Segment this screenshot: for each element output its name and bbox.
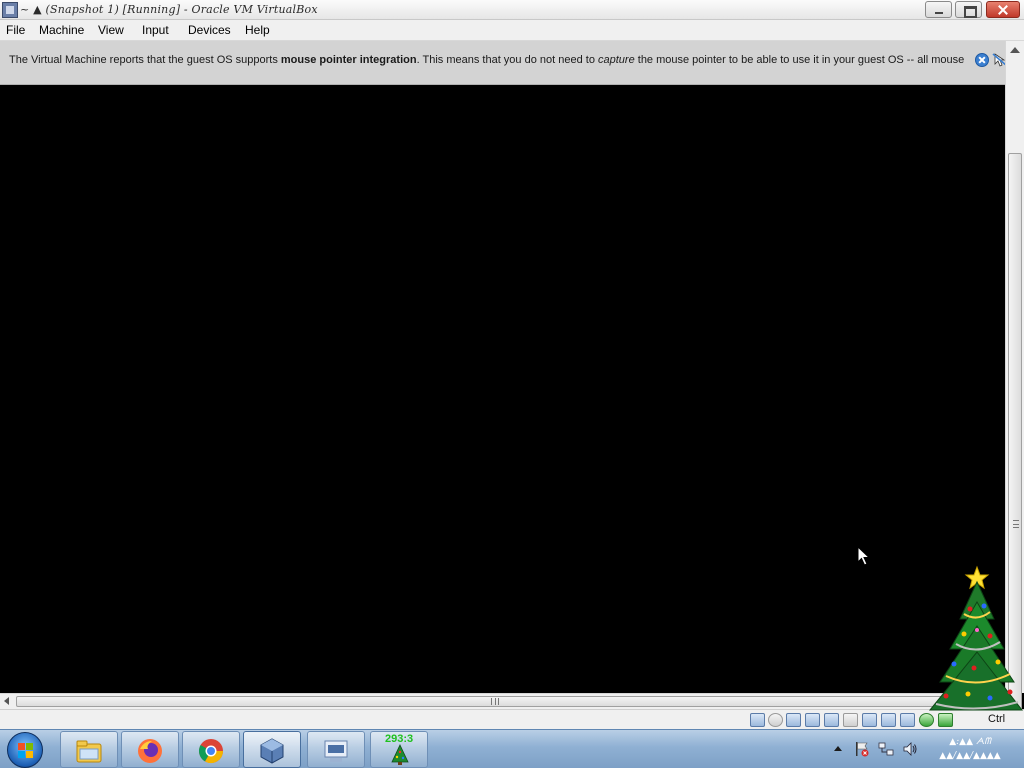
minimize-button[interactable]: [925, 1, 952, 18]
usb-icon[interactable]: [824, 713, 839, 727]
taskbar-keyboard-window[interactable]: [307, 731, 365, 768]
notice-close-icon[interactable]: [975, 53, 989, 67]
hard-disk-icon[interactable]: [750, 713, 765, 727]
notice-text-part1: The Virtual Machine reports that the gue…: [9, 54, 281, 66]
window-title: ~ ▲ (Snapshot 1) [Running] - Oracle VM V…: [20, 3, 318, 16]
notice-text-part2: . This means that you do not need to: [416, 54, 598, 66]
action-center-flag-icon[interactable]: [854, 741, 870, 757]
firefox-icon: [138, 739, 162, 763]
scroll-left-icon[interactable]: [4, 697, 9, 705]
menu-file[interactable]: File: [6, 23, 25, 37]
menu-bar: File Machine View Input Devices Help: [0, 20, 1024, 41]
show-hidden-icons-icon[interactable]: [834, 746, 842, 751]
file-explorer-icon: [76, 740, 102, 763]
menu-help[interactable]: Help: [245, 23, 270, 37]
keyboard-capture-icon[interactable]: [938, 713, 953, 727]
scroll-grip-icon: [1013, 520, 1019, 528]
notice-text-part3: the mouse pointer to be able to use it i…: [634, 54, 965, 66]
system-tray: ▲:▲▲ ᗅᗰ ▲▲/▲▲/▲▲▲▲: [832, 730, 1024, 768]
start-button[interactable]: [7, 732, 43, 768]
tray-clock[interactable]: ▲:▲▲ ᗅᗰ ▲▲/▲▲/▲▲▲▲: [930, 735, 1010, 763]
windows-logo-icon: [18, 743, 34, 759]
scroll-up-icon[interactable]: [1010, 47, 1020, 53]
mouse-integration-notice: The Virtual Machine reports that the gue…: [0, 41, 1024, 85]
vm-status-bar: Ctrl: [0, 709, 1024, 729]
menu-view[interactable]: View: [98, 23, 124, 37]
network-icon[interactable]: [805, 713, 820, 727]
vm-display[interactable]: [0, 85, 1005, 693]
maximize-button[interactable]: [955, 1, 982, 18]
scroll-grip-icon: [491, 698, 499, 705]
audio-icon[interactable]: [786, 713, 801, 727]
clock-time: ▲:▲▲ ᗅᗰ: [949, 737, 991, 747]
christmas-tree-icon: [391, 744, 409, 765]
christmas-tree-decoration: [928, 565, 1024, 711]
virtualbox-app-icon[interactable]: [2, 2, 18, 18]
notice-text-bold: mouse pointer integration: [280, 54, 417, 66]
mouse-pointer-icon: [857, 546, 871, 566]
shared-folders-icon[interactable]: [843, 713, 858, 727]
menu-devices[interactable]: Devices: [188, 23, 231, 37]
taskbar-file-explorer[interactable]: [60, 731, 118, 768]
optical-drive-icon[interactable]: [768, 713, 783, 727]
notice-text-italic: capture: [598, 54, 635, 66]
windows-taskbar: 293:3 ▲:▲▲ ᗅᗰ ▲▲/▲▲/▲▲▲▲: [0, 729, 1024, 768]
mouse-integration-icon[interactable]: [919, 713, 934, 727]
horizontal-scrollbar[interactable]: [0, 693, 1005, 709]
display-icon[interactable]: [862, 713, 877, 727]
taskbar-firefox[interactable]: [121, 731, 179, 768]
video-capture-icon[interactable]: [881, 713, 896, 727]
menu-machine[interactable]: Machine: [39, 23, 84, 37]
taskbar-virtualbox[interactable]: [243, 731, 301, 768]
taskbar-chrome[interactable]: [182, 731, 240, 768]
virtualization-icon[interactable]: [900, 713, 915, 727]
taskbar-christmas-counter[interactable]: 293:3: [370, 731, 428, 768]
keyboard-window-icon: [324, 740, 348, 762]
network-tray-icon[interactable]: [878, 741, 894, 757]
clock-date: ▲▲/▲▲/▲▲▲▲: [939, 751, 1001, 761]
chrome-icon: [198, 739, 223, 764]
volume-icon[interactable]: [902, 741, 918, 757]
virtualbox-icon: [260, 738, 284, 764]
close-button[interactable]: [986, 1, 1020, 18]
host-key-label: Ctrl: [988, 713, 1006, 725]
menu-input[interactable]: Input: [142, 23, 169, 37]
notice-text: The Virtual Machine reports that the gue…: [9, 54, 969, 66]
window-titlebar[interactable]: ~ ▲ (Snapshot 1) [Running] - Oracle VM V…: [0, 0, 1024, 20]
horizontal-scroll-thumb[interactable]: [16, 696, 976, 707]
